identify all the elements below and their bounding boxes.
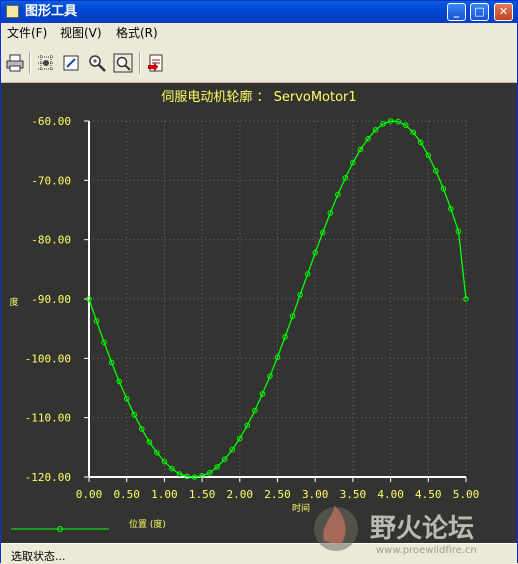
x-tick-label: 0.50 xyxy=(113,488,140,501)
close-button[interactable]: ✕ xyxy=(494,3,513,21)
y-tick-label: -90.00 xyxy=(31,293,71,306)
y-tick-label: -110.00 xyxy=(25,412,71,425)
y-tick-label: -80.00 xyxy=(31,234,71,247)
x-tick-label: 3.00 xyxy=(302,488,329,501)
y-tick-label: -70.00 xyxy=(31,174,71,187)
toolbar-separator xyxy=(139,52,141,74)
x-tick-label: 4.00 xyxy=(377,488,404,501)
toolbar-separator xyxy=(29,52,31,74)
watermark-text: 野火论坛 xyxy=(370,514,474,544)
chart-area: -60.00 -70.00 -80.00 -90.00 -100.00 -110.00 -1… xyxy=(1,83,517,543)
menu-bar: 文件(F) 视图(V) 格式(R) xyxy=(1,23,517,43)
watermark: 野火论坛 www.proewildfire.cn xyxy=(306,503,516,558)
watermark-logo: 野火论坛 www.proewildfire.cn xyxy=(314,505,477,556)
minimize-button[interactable]: _ xyxy=(447,3,466,21)
x-tick-label: 2.00 xyxy=(227,488,254,501)
zoom-fit-icon[interactable] xyxy=(113,53,133,73)
x-axis-label: 位置 (度) xyxy=(129,518,166,530)
edit-icon[interactable] xyxy=(61,53,81,73)
x-tick-label: 2.50 xyxy=(264,488,291,501)
menu-format[interactable]: 格式(R) xyxy=(116,26,158,40)
watermark-url: www.proewildfire.cn xyxy=(376,545,477,556)
zoom-in-icon[interactable] xyxy=(87,53,107,73)
chart-title: 伺服电动机轮廓 ： ServoMotor1 xyxy=(161,89,356,105)
status-text: 选取状态... xyxy=(11,550,66,563)
export-icon[interactable] xyxy=(146,53,166,73)
y-tick-label: -100.00 xyxy=(25,352,71,365)
y-tick-label: -60.00 xyxy=(31,115,71,128)
maximize-button[interactable]: □ xyxy=(470,3,489,21)
menu-file[interactable]: 文件(F) xyxy=(7,26,47,40)
x-tick-label: 1.50 xyxy=(189,488,216,501)
x-tick-label: 3.50 xyxy=(340,488,367,501)
x-tick-label: 0.00 xyxy=(76,488,103,501)
x-tick-label: 4.50 xyxy=(415,488,442,501)
app-icon xyxy=(6,5,19,18)
toolbar xyxy=(1,44,517,83)
x-tick-label: 5.00 xyxy=(453,488,480,501)
menu-view[interactable]: 视图(V) xyxy=(60,26,102,40)
y-axis-label: 度 xyxy=(9,296,18,308)
title-bar[interactable]: 图形工具 _ □ ✕ xyxy=(1,1,517,23)
x-tick-label: 1.00 xyxy=(151,488,178,501)
chart-svg: -60.00 -70.00 -80.00 -90.00 -100.00 -110.00 -1… xyxy=(9,89,480,532)
window-title: 图形工具 xyxy=(25,4,78,19)
y-tick-label: -120.00 xyxy=(25,471,71,484)
graph-tool-window: 图形工具 _ □ ✕ 文件(F) 视图(V) 格式(R) -60.00-70. xyxy=(0,0,518,564)
print-icon[interactable] xyxy=(5,53,25,73)
grid-icon[interactable] xyxy=(36,53,56,73)
